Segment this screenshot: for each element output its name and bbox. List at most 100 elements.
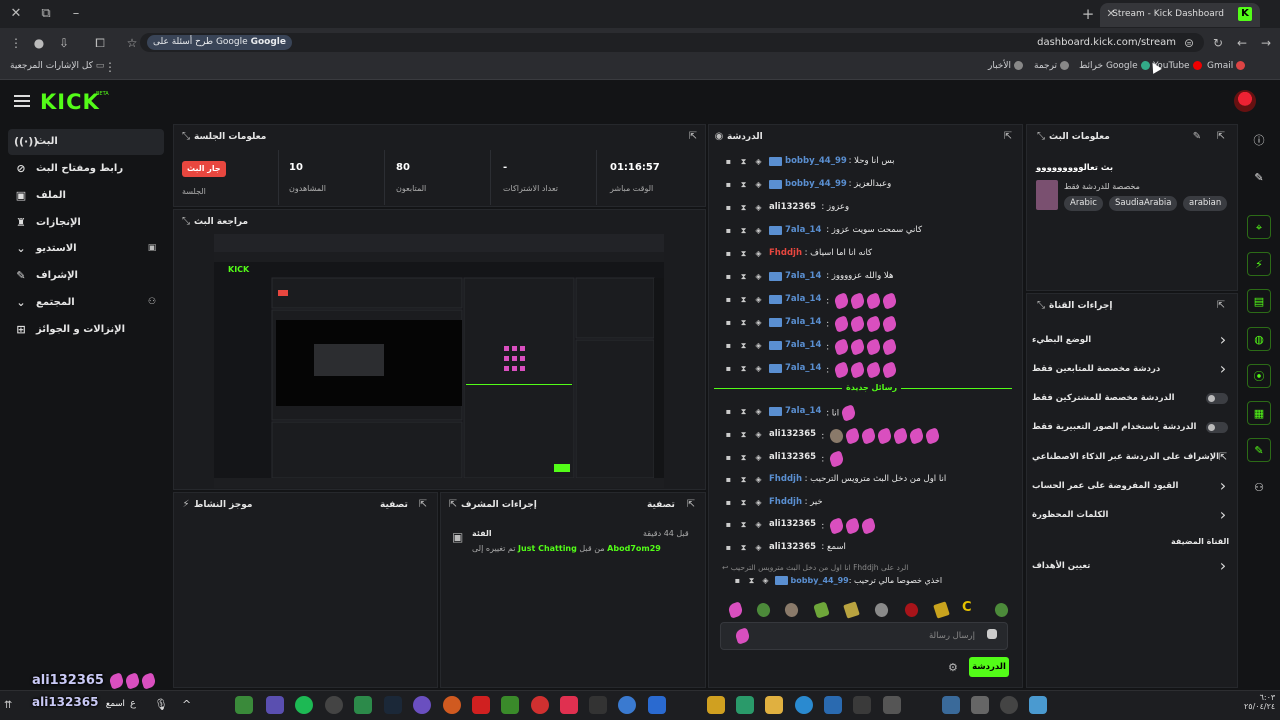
- bookmark-maps[interactable]: خرائط Google: [1079, 61, 1150, 71]
- chevron-right-icon[interactable]: ›: [1218, 478, 1228, 494]
- chat-username[interactable]: Fhddjh: [769, 497, 802, 507]
- chat-username[interactable]: 7ala_14: [785, 294, 821, 304]
- browser-menu-icon[interactable]: ⋮: [8, 35, 24, 51]
- music-icon[interactable]: [560, 696, 578, 714]
- timeout-icon[interactable]: ⧗: [747, 576, 756, 585]
- chat-username[interactable]: bobby_44_99: [785, 179, 847, 189]
- chat-username[interactable]: Fhddjh: [769, 248, 802, 258]
- pin-icon[interactable]: ▪: [724, 520, 733, 529]
- chat-message[interactable]: ▪ ⧗ ◈ bobby_44_99: بس انا وحلا: [720, 153, 1014, 173]
- microphone-icon[interactable]: 🎙: [154, 698, 168, 712]
- emote-icon[interactable]: [783, 601, 800, 619]
- focus-icon[interactable]: ⌖: [1247, 215, 1271, 239]
- timeout-icon[interactable]: ⧗: [739, 453, 748, 462]
- xbox-app-icon[interactable]: [235, 696, 253, 714]
- pin-icon[interactable]: ▪: [733, 576, 742, 585]
- nav-item-stream[interactable]: ((·)) البث: [8, 129, 164, 155]
- popout-icon[interactable]: ⇱: [417, 499, 429, 511]
- timeout-icon[interactable]: ⧗: [739, 407, 748, 416]
- chat-username[interactable]: ali132365: [769, 542, 816, 552]
- pin-icon[interactable]: ▪: [724, 203, 733, 212]
- window-close-icon[interactable]: ✕: [6, 4, 26, 24]
- drag-handle-icon[interactable]: ⤡: [1035, 131, 1047, 143]
- app-icon[interactable]: [883, 696, 901, 714]
- chat-message[interactable]: ▪ ⧗ ◈ ali132365:: [720, 516, 1014, 536]
- extensions-icon[interactable]: ⧠: [92, 35, 108, 51]
- chat-message[interactable]: ▪ ⧗ ◈ 7ala_14: كاني سمحت سويت عزوز: [720, 222, 1014, 242]
- toggle-switch[interactable]: [1206, 393, 1228, 404]
- youtube-icon[interactable]: [472, 696, 490, 714]
- timeout-icon[interactable]: ⧗: [739, 543, 748, 552]
- chat-message[interactable]: ▪ ⧗ ◈ 7ala_14:: [720, 337, 1014, 357]
- chevron-right-icon[interactable]: ›: [1218, 332, 1228, 348]
- chat-input[interactable]: إرسال رسالة: [720, 622, 1008, 650]
- tag-chip[interactable]: Arabic: [1064, 196, 1103, 211]
- chrome-icon[interactable]: [618, 696, 636, 714]
- chevron-up-icon[interactable]: ^: [182, 698, 196, 712]
- broadcast-icon[interactable]: ⦿: [1247, 364, 1271, 388]
- reload-icon[interactable]: ↻: [1210, 35, 1226, 51]
- chat-message[interactable]: ▪ ⧗ ◈ 7ala_14:: [720, 314, 1014, 334]
- chat-send-button[interactable]: الدردشة: [969, 657, 1009, 677]
- layout-icon[interactable]: ▦: [1247, 401, 1271, 425]
- chevron-right-icon[interactable]: ›: [1218, 558, 1228, 574]
- profile-icon[interactable]: ●: [31, 35, 47, 51]
- emote-icon[interactable]: [903, 601, 920, 619]
- chat-username[interactable]: 7ala_14: [785, 317, 821, 327]
- timeout-icon[interactable]: ⧗: [739, 498, 748, 507]
- edge-icon[interactable]: [795, 696, 813, 714]
- tag-chip[interactable]: SaudiaArabia: [1109, 196, 1178, 211]
- app-icon[interactable]: [443, 696, 461, 714]
- chat-message[interactable]: ▪ ⧗ ◈ ali132365:: [720, 426, 1014, 446]
- timeout-icon[interactable]: ⧗: [739, 203, 748, 212]
- chat-settings-icon[interactable]: ⚙: [948, 662, 960, 674]
- window-restore-icon[interactable]: ⧉: [36, 4, 56, 24]
- task-view-icon[interactable]: [971, 696, 989, 714]
- pin-icon[interactable]: ▪: [724, 475, 733, 484]
- emote-icon[interactable]: C: [962, 600, 972, 615]
- pin-icon[interactable]: ▪: [724, 407, 733, 416]
- hamburger-menu-icon[interactable]: [14, 94, 30, 108]
- timeout-icon[interactable]: ⧗: [739, 520, 748, 529]
- app-icon[interactable]: [413, 696, 431, 714]
- app-icon[interactable]: [266, 696, 284, 714]
- chat-username[interactable]: 7ala_14: [785, 271, 821, 281]
- info-icon[interactable]: ⓘ: [1247, 129, 1271, 153]
- chat-username[interactable]: ali132365: [769, 452, 816, 462]
- app-icon[interactable]: [736, 696, 754, 714]
- back-icon[interactable]: →: [1258, 35, 1274, 51]
- emote-icon[interactable]: [933, 601, 950, 619]
- app-icon[interactable]: [824, 696, 842, 714]
- chat-message[interactable]: ▪ ⧗ ◈ ali132365: وعزوز: [720, 199, 1014, 219]
- chat-username[interactable]: ali132365: [769, 202, 816, 212]
- bookmark-star-icon[interactable]: ☆: [124, 35, 140, 51]
- start-icon[interactable]: [1029, 696, 1047, 714]
- language-indicator[interactable]: ع: [130, 698, 136, 709]
- chat-username[interactable]: 7ala_14: [785, 363, 821, 373]
- chat-message[interactable]: ▪ ⧗ ◈ ali132365: اسمع: [720, 539, 1014, 559]
- nav-item-drops[interactable]: ⊞ الإنزالات و الجوائز: [8, 317, 164, 343]
- file-explorer-icon[interactable]: [765, 696, 783, 714]
- popout-icon[interactable]: ⇱: [1215, 300, 1227, 312]
- wrench-icon[interactable]: ✎: [1247, 438, 1271, 462]
- emote-picker-icon[interactable]: [734, 627, 751, 645]
- google-ask-pill[interactable]: طرح أسئلة على Google Google: [147, 35, 292, 50]
- bookmark-all[interactable]: كل الإشارات المرجعية ▭: [10, 61, 104, 71]
- emote-icon[interactable]: [843, 601, 860, 619]
- stream-preview-video[interactable]: KICK: [214, 234, 664, 488]
- pin-icon[interactable]: ▪: [724, 157, 733, 166]
- pin-icon[interactable]: ▪: [724, 430, 733, 439]
- chat-message[interactable]: ▪ ⧗ ◈ Fhddjh: كانه انا اما اسياف: [720, 245, 1014, 265]
- popout-icon[interactable]: ⇱: [1215, 131, 1227, 143]
- timeout-icon[interactable]: ⧗: [739, 341, 748, 350]
- action-user[interactable]: Abod7om29: [607, 544, 661, 553]
- popout-icon[interactable]: ⇱: [447, 499, 459, 511]
- pin-icon[interactable]: ▪: [724, 180, 733, 189]
- chat-message[interactable]: ▪ ⧗ ◈ 7ala_14:: [720, 360, 1014, 380]
- emote-icon[interactable]: [727, 601, 744, 619]
- widgets-icon[interactable]: [942, 696, 960, 714]
- pin-icon[interactable]: ▪: [724, 453, 733, 462]
- app-icon[interactable]: [354, 696, 372, 714]
- bookmark-gmail[interactable]: Gmail: [1207, 61, 1246, 71]
- pin-icon[interactable]: ▪: [724, 249, 733, 258]
